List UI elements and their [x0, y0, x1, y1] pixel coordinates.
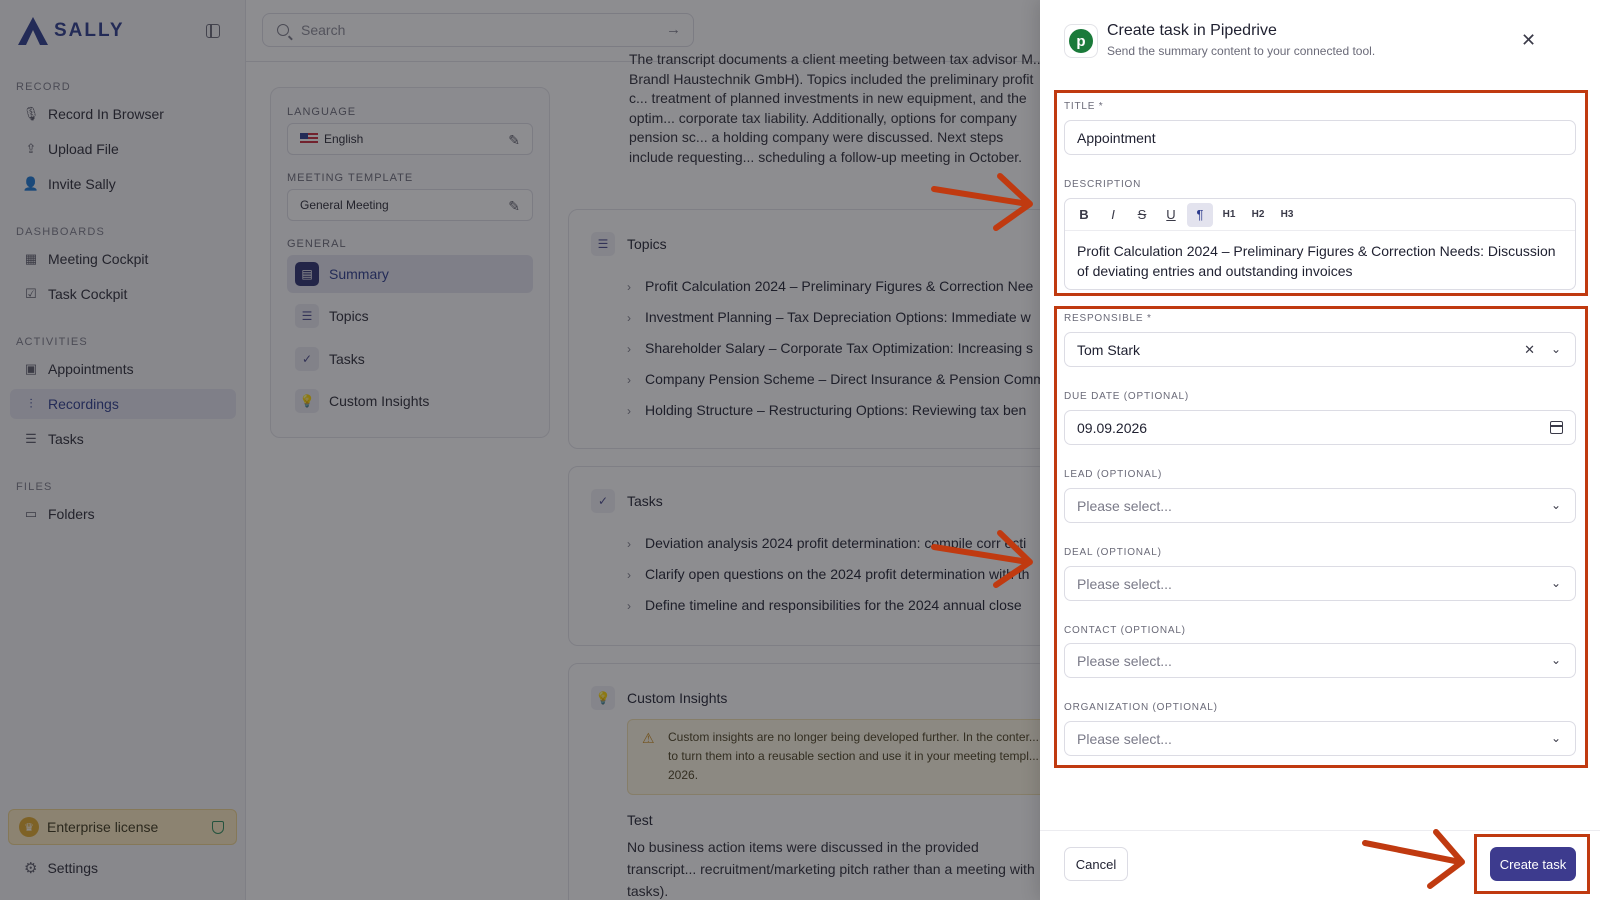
modal-title: Create task in Pipedrive: [1107, 22, 1277, 39]
close-icon[interactable]: ✕: [1521, 30, 1536, 51]
highlight-box-create-button: [1474, 834, 1590, 894]
footer-divider: [1040, 830, 1600, 831]
cancel-button[interactable]: Cancel: [1064, 847, 1128, 881]
highlight-box-title-description: [1054, 90, 1588, 296]
modal-backdrop[interactable]: [0, 0, 1040, 900]
modal-subtitle: Send the summary content to your connect…: [1107, 44, 1376, 58]
highlight-box-fields: [1054, 306, 1588, 768]
pipedrive-logo: p: [1064, 24, 1098, 58]
pipedrive-icon: p: [1069, 29, 1093, 53]
